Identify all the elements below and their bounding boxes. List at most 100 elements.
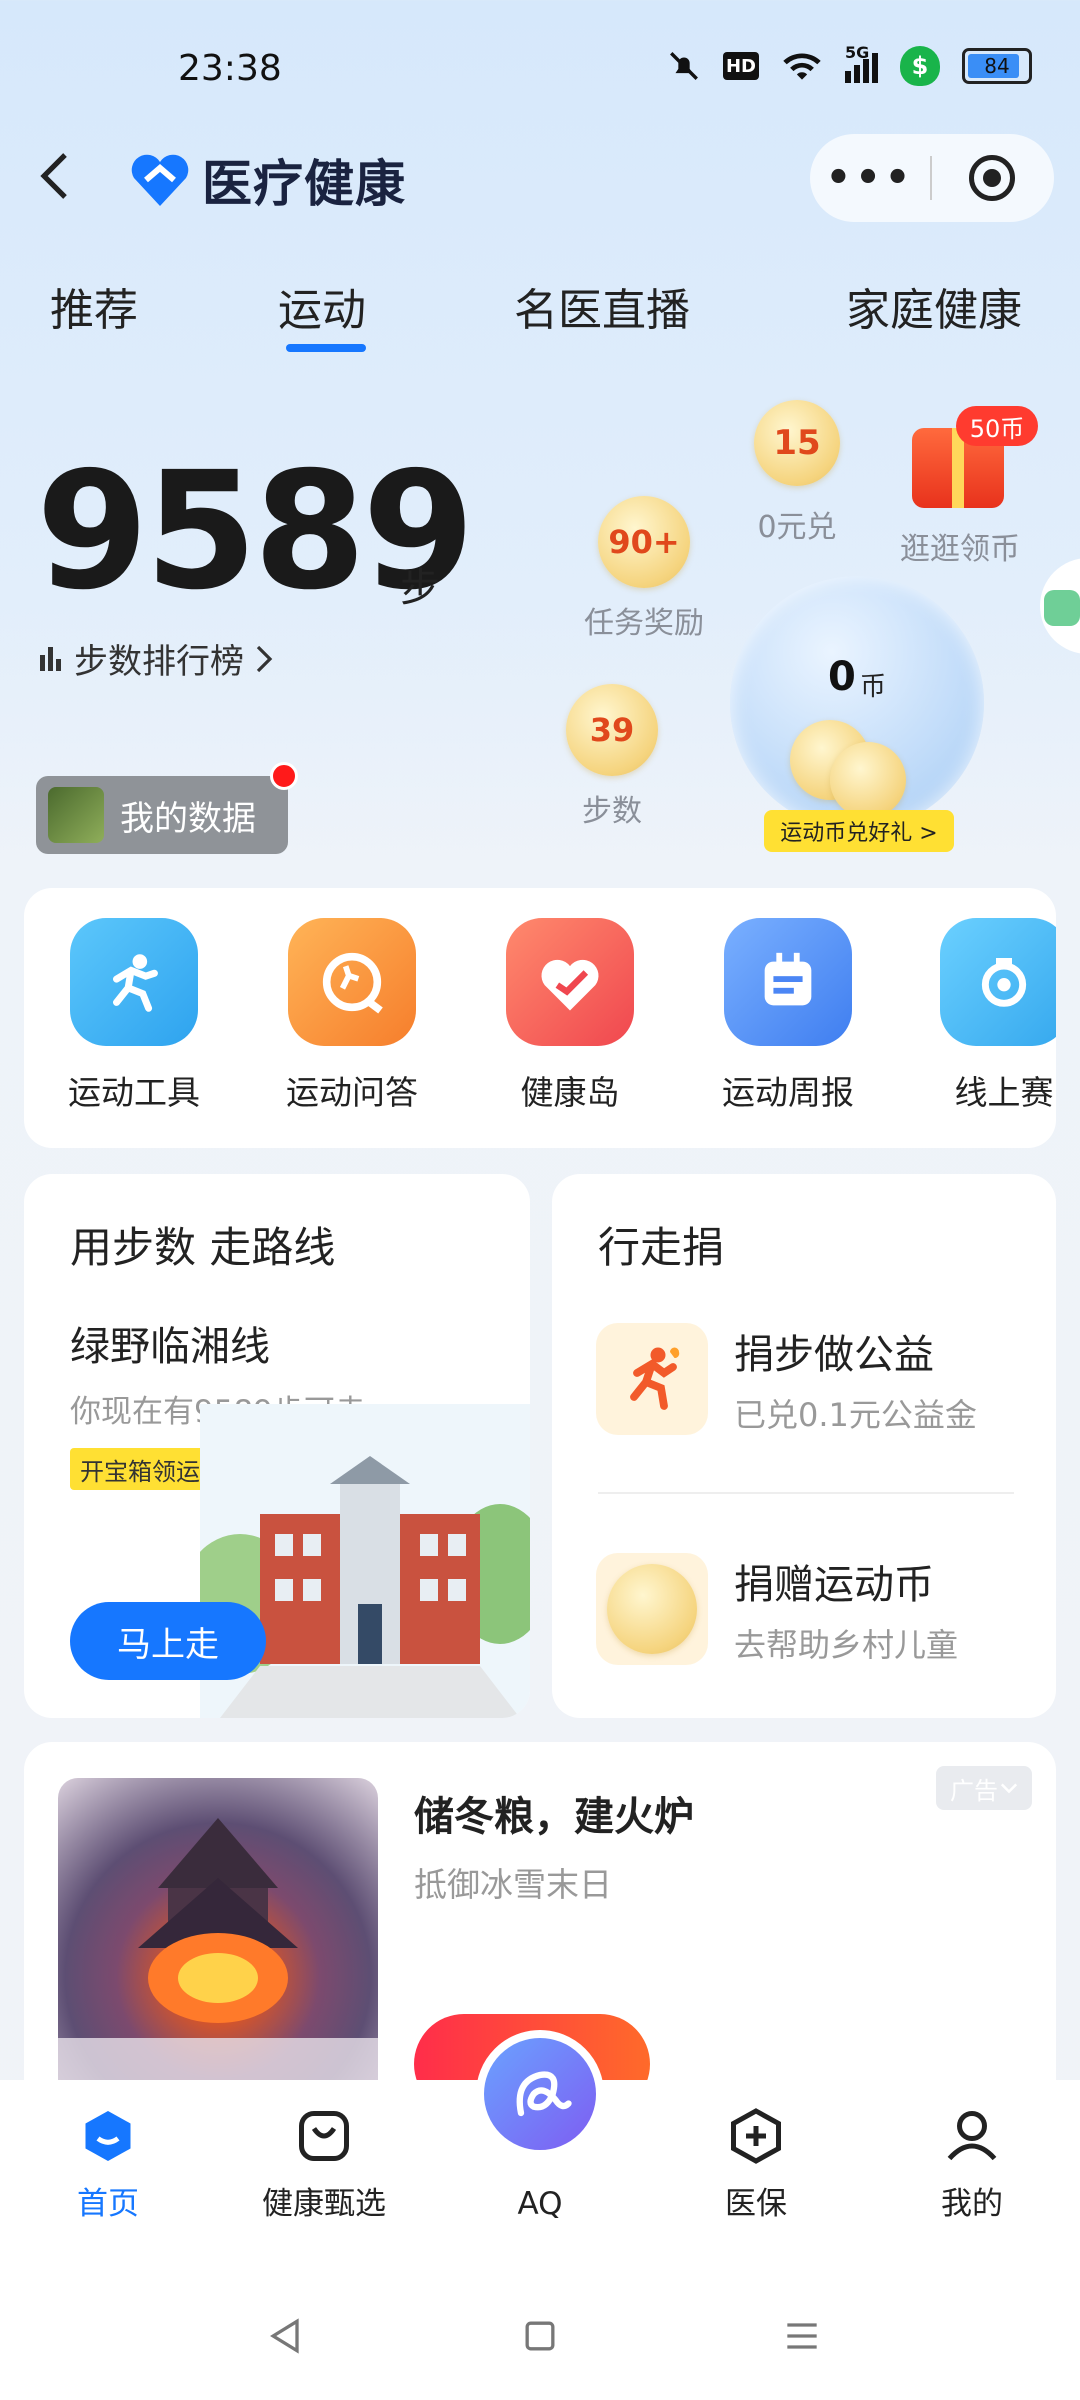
medical-insurance-icon: [724, 2104, 788, 2168]
profile-icon: [940, 2104, 1004, 2168]
coin-balance-unit: 币: [860, 672, 887, 702]
gift-coin-badge: 50币: [956, 406, 1038, 446]
tab-famous-doctor-live[interactable]: 名医直播: [514, 274, 690, 338]
steps-coin-caption: 步数: [582, 794, 642, 829]
heart-icon: [506, 918, 634, 1046]
app-logo: 医疗健康: [128, 144, 406, 216]
nav-health-select-label: 健康甄选: [262, 2186, 386, 2222]
tab-family-health[interactable]: 家庭健康: [846, 274, 1022, 338]
route-name: 绿野临湘线: [70, 1324, 270, 1370]
tool-health-island[interactable]: 健康岛: [490, 918, 650, 1114]
tool-label: 运动周报: [722, 1073, 854, 1112]
nav-health-select[interactable]: 健康甄选: [234, 2104, 414, 2223]
ad-tag-label: 广告: [950, 1776, 998, 1805]
battery-level: 84: [984, 54, 1010, 78]
nav-profile[interactable]: 我的: [882, 2104, 1062, 2223]
nav-home-label: 首页: [77, 2186, 139, 2222]
ad-subtitle: 抵御冰雪末日: [414, 1865, 612, 1904]
coin-balance-value: 0: [828, 654, 856, 700]
running-person-icon: [70, 918, 198, 1046]
shopping-bag-icon: [292, 2104, 356, 2168]
browse-caption: 逛逛领币: [900, 532, 1020, 567]
go-now-button[interactable]: 马上走: [70, 1602, 266, 1680]
wifi-icon: [783, 53, 821, 80]
tool-label: 运动问答: [286, 1073, 418, 1112]
more-button[interactable]: •••: [810, 158, 930, 198]
donate-steps-item[interactable]: 捐步做公益 已兑0.1元公益金: [596, 1322, 977, 1436]
route-card-title: 用步数 走路线: [70, 1223, 336, 1272]
security-shield-icon: $: [900, 46, 940, 86]
mute-bell-icon: [670, 52, 698, 80]
tab-recommend[interactable]: 推荐: [50, 274, 138, 338]
back-arrow-icon[interactable]: [30, 148, 86, 204]
tool-sport-qa[interactable]: 运动问答: [272, 918, 432, 1114]
tab-sport[interactable]: 运动: [278, 274, 366, 338]
app-title: 医疗健康: [202, 155, 406, 213]
bar-chart-icon: [40, 646, 61, 671]
system-back-icon[interactable]: [264, 2314, 308, 2358]
weekly-report-icon: [724, 918, 852, 1046]
mini-program-capsule: •••: [810, 134, 1054, 222]
home-icon: [76, 2104, 140, 2168]
donate-coins-sub: 去帮助乡村儿童: [734, 1626, 959, 1664]
tool-online-race[interactable]: 线上赛: [924, 918, 1056, 1114]
notification-dot: [270, 762, 298, 790]
close-button[interactable]: [932, 155, 1052, 201]
donate-coins-name: 捐赠运动币: [734, 1562, 934, 1608]
task-reward-coin[interactable]: 90+: [598, 496, 690, 588]
signal-icon: 5G: [845, 43, 878, 83]
nav-home[interactable]: 首页: [18, 2104, 198, 2223]
donation-divider: [598, 1492, 1014, 1494]
tool-label: 运动工具: [68, 1073, 200, 1112]
donate-coins-item[interactable]: 捐赠运动币 去帮助乡村儿童: [596, 1552, 958, 1666]
nav-aq-label: AQ: [517, 2186, 563, 2222]
nav-aq[interactable]: AQ: [450, 2176, 630, 2222]
redeem-gifts-button[interactable]: 运动币兑好礼 >: [764, 810, 954, 852]
tool-weekly-report[interactable]: 运动周报: [708, 918, 868, 1114]
system-navigation-bar: [0, 2270, 1080, 2400]
hd-icon: HD: [723, 52, 759, 80]
step-route-card[interactable]: 用步数 走路线 绿野临湘线 你现在有9589步可走 开宝箱领运动币 马上走: [24, 1174, 530, 1718]
status-time: 23:38: [178, 48, 282, 89]
target-icon: [969, 155, 1015, 201]
step-ranking-label: 步数排行榜: [74, 642, 244, 682]
running-charity-icon: [596, 1323, 708, 1435]
nav-profile-label: 我的: [941, 2186, 1003, 2222]
ad-title: 储冬粮，建火炉: [414, 1794, 694, 1840]
ad-tag[interactable]: 广告: [936, 1766, 1032, 1810]
nav-medical-insurance-label: 医保: [725, 2186, 787, 2222]
online-race-icon: [940, 918, 1056, 1046]
step-unit: 步: [400, 565, 440, 611]
step-ranking-link[interactable]: 步数排行榜: [40, 634, 274, 683]
zero-redeem-coin[interactable]: 15: [754, 400, 840, 486]
status-icons: HD 5G $ 84: [667, 43, 1032, 86]
network-type-label: 5G: [845, 43, 870, 62]
chevron-down-icon: [1000, 1783, 1018, 1794]
steps-coin[interactable]: 39: [566, 684, 658, 776]
sport-qa-icon: [288, 918, 416, 1046]
tool-label: 健康岛: [520, 1073, 620, 1112]
heart-logo-icon: [131, 154, 189, 206]
active-tab-indicator: [286, 344, 366, 352]
zero-redeem-caption: 0元兑: [757, 510, 837, 545]
tool-sport-tools[interactable]: 运动工具: [54, 918, 214, 1114]
chevron-right-icon: [256, 645, 273, 672]
system-menu-icon[interactable]: [780, 2314, 824, 2358]
gold-coin-icon-2: [830, 742, 906, 818]
aq-icon[interactable]: [476, 2030, 604, 2158]
donation-card-title: 行走捐: [598, 1223, 725, 1272]
my-data-label: 我的数据: [120, 798, 256, 839]
nav-medical-insurance[interactable]: 医保: [666, 2104, 846, 2223]
my-data-button[interactable]: 我的数据: [36, 776, 288, 854]
walk-donation-card: 行走捐 捐步做公益 已兑0.1元公益金 捐赠运动币 去帮助乡村儿童: [552, 1174, 1056, 1718]
sport-tools-card: 运动工具 运动问答 健康岛 运动周报 线上赛: [24, 888, 1056, 1148]
tool-label: 线上赛: [954, 1073, 1054, 1112]
task-reward-caption: 任务奖励: [584, 606, 704, 641]
lotus-avatar: [48, 787, 104, 843]
donate-steps-name: 捐步做公益: [734, 1332, 934, 1378]
system-home-icon[interactable]: [518, 2314, 562, 2358]
donate-steps-sub: 已兑0.1元公益金: [734, 1396, 977, 1434]
battery-icon: 84: [962, 48, 1032, 84]
chat-bubble-icon: [1044, 590, 1080, 626]
ad-game-image: [58, 1778, 378, 2108]
